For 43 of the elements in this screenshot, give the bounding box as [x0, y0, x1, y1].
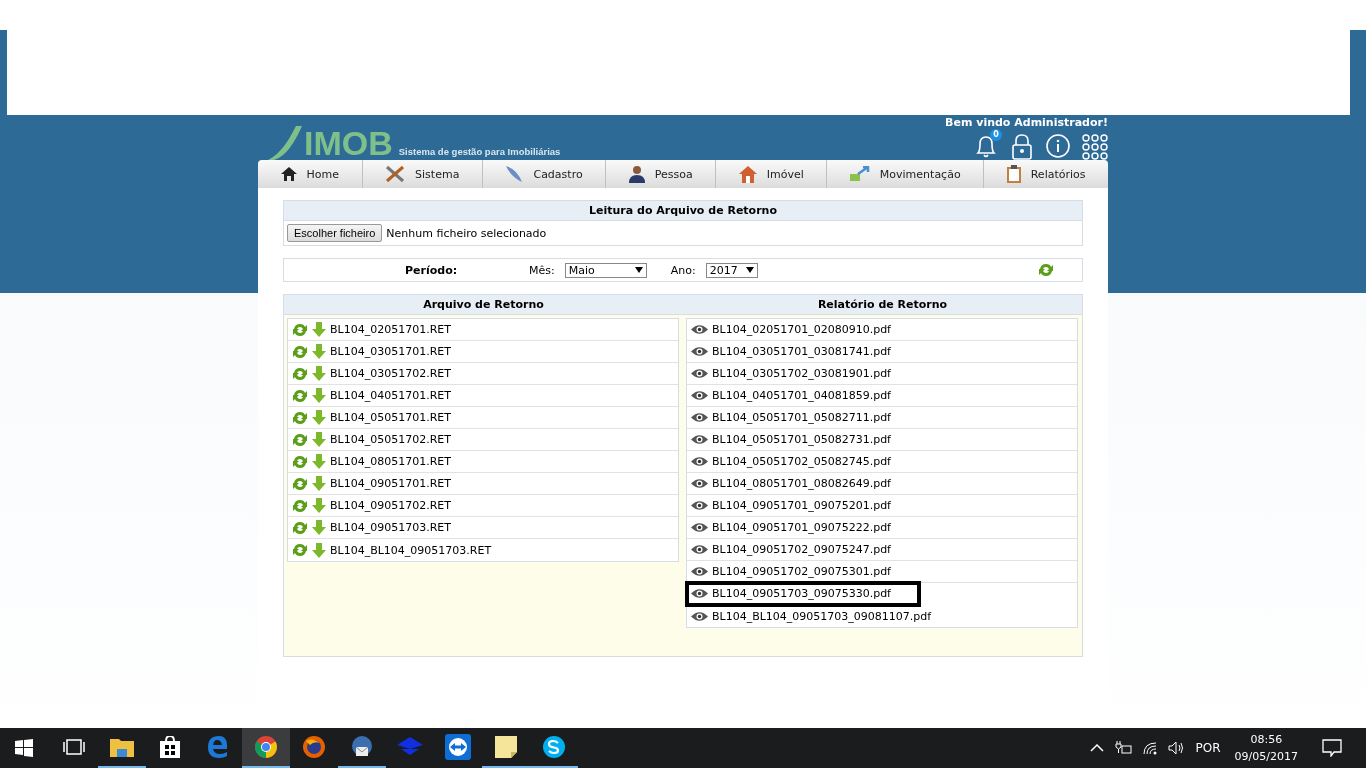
tagline: Sistema de gestão para Imobiliárias	[398, 146, 561, 157]
logo-text: IMOB	[304, 126, 393, 160]
menu-tab[interactable]: Relatórios	[984, 160, 1109, 188]
report-row[interactable]: BL104_05051702_05082745.pdf	[687, 451, 1077, 473]
section-title: Leitura do Arquivo de Retorno	[284, 201, 1082, 221]
report-row[interactable]: BL104_04051701_04081859.pdf	[687, 385, 1077, 407]
notification-count: 0	[990, 129, 1002, 141]
file-name: BL104_05051701.RET	[330, 411, 451, 424]
report-row[interactable]: BL104_03051701_03081741.pdf	[687, 341, 1077, 363]
report-row[interactable]: BL104_09051701_09075201.pdf	[687, 495, 1077, 517]
column-title: Relatório de Retorno	[816, 298, 949, 311]
month-select[interactable]: Maio	[564, 262, 647, 278]
file-name: BL104_05051702.RET	[330, 433, 451, 446]
column-title: Arquivo de Retorno	[422, 298, 545, 311]
report-row[interactable]: BL104_09051702_09075301.pdf	[687, 561, 1077, 583]
report-row[interactable]: BL104_05051701_05082711.pdf	[687, 407, 1077, 429]
report-row[interactable]: BL104_03051702_03081901.pdf	[687, 363, 1077, 385]
report-row[interactable]: BL104_09051703_09075330.pdf	[687, 583, 919, 605]
clock-time[interactable]: 08:56	[1250, 731, 1283, 748]
file-name: BL104_08051701.RET	[330, 455, 451, 468]
file-name: BL104_03051702.RET	[330, 367, 451, 380]
report-row[interactable]: BL104_09051701_09075222.pdf	[687, 517, 1077, 539]
file-name: BL104_09051703.RET	[330, 521, 451, 534]
report-row[interactable]: BL104_08051701_08082649.pdf	[687, 473, 1077, 495]
file-name: BL104_BL104_09051703.RET	[330, 543, 492, 557]
report-row[interactable]: BL104_02051701_02080910.pdf	[687, 319, 1077, 341]
report-row[interactable]: BL104_BL104_09051703_09081107.pdf	[687, 605, 1077, 627]
file-status: Nenhum ficheiro selecionado	[386, 226, 547, 240]
file-name: BL104_09051702.RET	[330, 499, 451, 512]
choose-file-button[interactable]: Escolher ficheiro	[287, 224, 383, 242]
file-name: BL104_03051701.RET	[330, 345, 451, 358]
period-label: Período:	[405, 263, 458, 277]
report-row[interactable]: BL104_09051702_09075247.pdf	[687, 539, 1077, 561]
language-indicator[interactable]: POR	[1195, 741, 1221, 755]
month-label: Mês:	[529, 263, 555, 277]
year-label: Ano:	[670, 263, 696, 277]
report-row[interactable]: BL104_05051701_05082731.pdf	[687, 429, 1077, 451]
file-name: BL104_04051701.RET	[330, 389, 451, 402]
greeting: Bem vindo Administrador!	[945, 117, 1108, 129]
file-name: BL104_02051701.RET	[330, 323, 451, 336]
file-name: BL104_09051701.RET	[330, 477, 451, 490]
clock-date[interactable]: 09/05/2017	[1234, 748, 1298, 765]
year-select[interactable]: 2017	[705, 262, 758, 278]
